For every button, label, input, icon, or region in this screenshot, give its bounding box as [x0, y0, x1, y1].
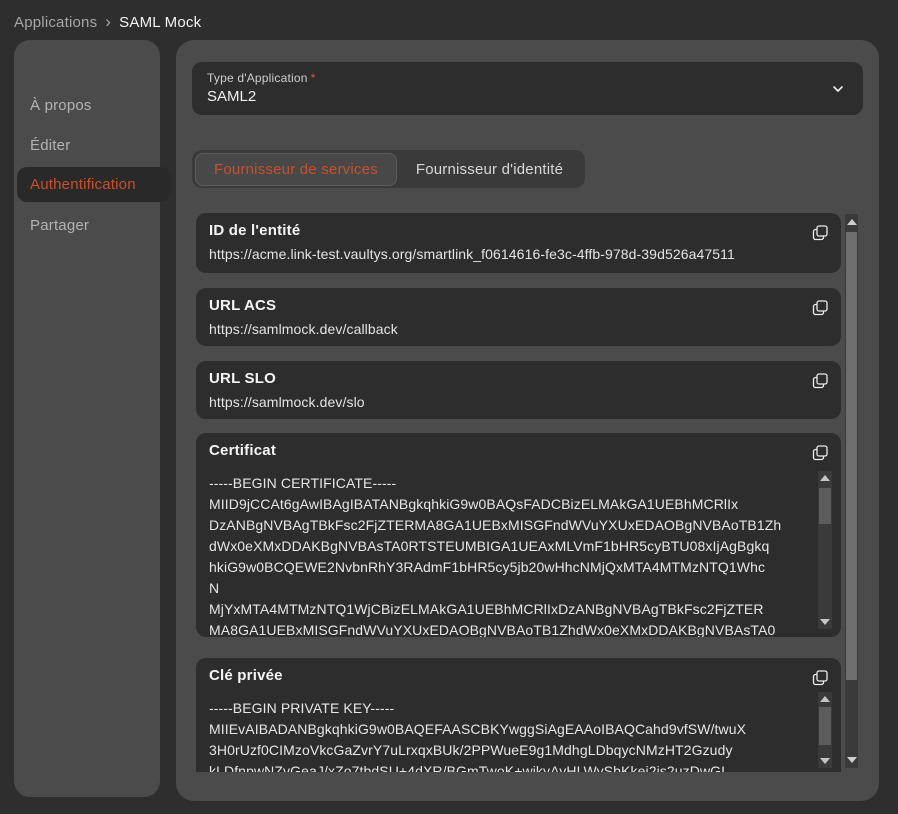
- copy-icon[interactable]: [807, 665, 833, 691]
- certificate-text[interactable]: -----BEGIN CERTIFICATE----- MIID9jCCAt6g…: [209, 473, 807, 637]
- scroll-down-icon[interactable]: [820, 619, 830, 625]
- scroll-up-icon[interactable]: [847, 219, 857, 225]
- certificate-scrollbar[interactable]: [818, 471, 832, 629]
- field-acs-url-value: https://samlmock.dev/callback: [209, 321, 398, 337]
- field-entity-id-value: https://acme.link-test.vaultys.org/smart…: [209, 246, 735, 262]
- field-entity-id-label: ID de l'entité: [209, 222, 300, 239]
- fields-scroll-area[interactable]: ID de l'entité https://acme.link-test.va…: [176, 210, 841, 772]
- application-type-select[interactable]: Type d'Application* SAML2: [192, 62, 863, 115]
- sidebar-item-a-propos[interactable]: À propos: [30, 97, 92, 114]
- main-panel: Type d'Application* SAML2 Fournisseur de…: [176, 40, 879, 801]
- application-type-value: SAML2: [207, 88, 256, 105]
- field-acs-url: URL ACS https://samlmock.dev/callback: [196, 288, 841, 346]
- copy-icon[interactable]: [807, 440, 833, 466]
- sidebar-item-authentification-label: Authentification: [30, 176, 136, 193]
- copy-icon[interactable]: [807, 368, 833, 394]
- scrollbar-thumb[interactable]: [819, 707, 831, 745]
- breadcrumb: Applications › SAML Mock: [14, 11, 201, 33]
- chevron-down-icon: [831, 82, 845, 96]
- breadcrumb-chevron-icon: ›: [105, 13, 111, 32]
- private-key-scrollbar[interactable]: [818, 692, 832, 768]
- breadcrumb-current: SAML Mock: [119, 14, 201, 31]
- sidebar: À propos Éditer Authentification Partage…: [14, 40, 160, 797]
- scroll-up-icon[interactable]: [820, 475, 830, 481]
- sidebar-item-authentification[interactable]: Authentification: [17, 167, 171, 202]
- sidebar-item-editer[interactable]: Éditer: [30, 137, 70, 154]
- private-key-text[interactable]: -----BEGIN PRIVATE KEY----- MIIEvAIBADAN…: [209, 698, 807, 772]
- scrollbar-thumb[interactable]: [819, 488, 831, 524]
- sidebar-item-partager[interactable]: Partager: [30, 217, 89, 234]
- required-asterisk: *: [311, 71, 316, 85]
- field-slo-url: URL SLO https://samlmock.dev/slo: [196, 361, 841, 419]
- scroll-down-icon[interactable]: [820, 758, 830, 764]
- field-slo-url-value: https://samlmock.dev/slo: [209, 394, 365, 410]
- copy-icon[interactable]: [807, 295, 833, 321]
- scrollbar-thumb[interactable]: [846, 232, 857, 680]
- fields-scrollbar[interactable]: [845, 214, 858, 768]
- field-certificate-label: Certificat: [209, 442, 276, 459]
- scroll-up-icon[interactable]: [820, 696, 830, 702]
- field-slo-url-label: URL SLO: [209, 370, 276, 387]
- breadcrumb-link-applications[interactable]: Applications: [14, 14, 97, 31]
- field-private-key: Clé privée -----BEGIN PRIVATE KEY----- M…: [196, 658, 841, 772]
- field-private-key-label: Clé privée: [209, 667, 283, 684]
- scroll-down-icon[interactable]: [847, 757, 857, 763]
- tab-fournisseur-didentite[interactable]: Fournisseur d'identité: [397, 153, 582, 186]
- app-screen: Applications › SAML Mock À propos Éditer…: [0, 0, 898, 814]
- application-type-label: Type d'Application*: [207, 71, 316, 85]
- field-certificate: Certificat -----BEGIN CERTIFICATE----- M…: [196, 433, 841, 637]
- tab-fournisseur-de-services[interactable]: Fournisseur de services: [195, 153, 397, 186]
- field-entity-id: ID de l'entité https://acme.link-test.va…: [196, 213, 841, 273]
- copy-icon[interactable]: [807, 220, 833, 246]
- provider-tabs: Fournisseur de services Fournisseur d'id…: [192, 150, 585, 188]
- field-acs-url-label: URL ACS: [209, 297, 276, 314]
